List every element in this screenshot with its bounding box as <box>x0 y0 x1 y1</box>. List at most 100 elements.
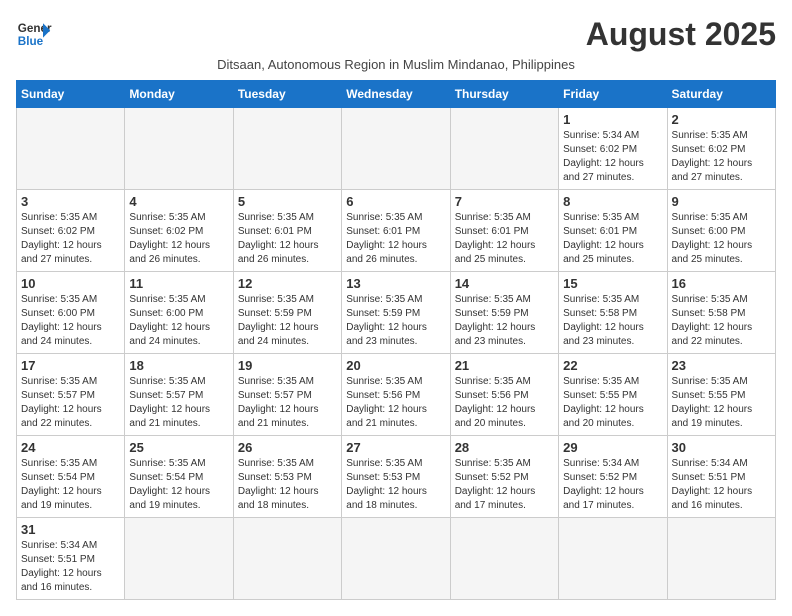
day-info: Sunrise: 5:35 AMSunset: 5:55 PMDaylight:… <box>672 375 771 431</box>
calendar-cell: 10 Sunrise: 5:35 AMSunset: 6:00 PMDayligh… <box>17 272 125 354</box>
day-info: Sunrise: 5:35 AMSunset: 5:53 PMDaylight:… <box>238 457 337 513</box>
calendar-cell <box>667 518 775 600</box>
day-info: Sunrise: 5:35 AMSunset: 5:52 PMDaylight:… <box>455 457 554 513</box>
calendar-cell: 2Sunrise: 5:35 AMSunset: 6:02 PMDaylight… <box>667 108 775 190</box>
calendar-cell: 7Sunrise: 5:35 AMSunset: 6:01 PMDaylight… <box>450 190 558 272</box>
day-info: Sunrise: 5:35 AMSunset: 5:58 PMDaylight:… <box>563 293 662 349</box>
calendar-cell: 3Sunrise: 5:35 AMSunset: 6:02 PMDaylight… <box>17 190 125 272</box>
calendar-cell: 12 Sunrise: 5:35 AMSunset: 5:59 PMDayligh… <box>233 272 341 354</box>
day-number: 13 <box>346 276 445 291</box>
calendar-cell: 5 Sunrise: 5:35 AMSunset: 6:01 PMDaylight… <box>233 190 341 272</box>
calendar-cell: 25 Sunrise: 5:35 AMSunset: 5:54 PMDayligh… <box>125 436 233 518</box>
day-info: Sunrise: 5:35 AMSunset: 5:57 PMDaylight:… <box>129 375 228 431</box>
calendar-cell: 18 Sunrise: 5:35 AMSunset: 5:57 PMDayligh… <box>125 354 233 436</box>
calendar-cell <box>125 108 233 190</box>
day-number: 28 <box>455 440 554 455</box>
day-number: 5 <box>238 194 337 209</box>
day-number: 11 <box>129 276 228 291</box>
day-info: Sunrise: 5:35 AMSunset: 6:02 PMDaylight:… <box>129 211 228 267</box>
day-info: Sunrise: 5:35 AMSunset: 5:54 PMDaylight:… <box>129 457 228 513</box>
day-number: 24 <box>21 440 120 455</box>
day-info: Sunrise: 5:35 AMSunset: 5:53 PMDaylight:… <box>346 457 445 513</box>
day-number: 14 <box>455 276 554 291</box>
day-number: 12 <box>238 276 337 291</box>
day-info: Sunrise: 5:35 AMSunset: 6:00 PMDaylight:… <box>129 293 228 349</box>
day-info: Sunrise: 5:34 AMSunset: 5:52 PMDaylight:… <box>563 457 662 513</box>
weekday-header-tuesday: Tuesday <box>233 81 341 108</box>
calendar-cell <box>17 108 125 190</box>
calendar-cell: 1Sunrise: 5:34 AMSunset: 6:02 PMDaylight… <box>559 108 667 190</box>
calendar-cell <box>125 518 233 600</box>
week-row-4: 24 Sunrise: 5:35 AMSunset: 5:54 PMDayligh… <box>17 436 776 518</box>
calendar-cell: 29 Sunrise: 5:34 AMSunset: 5:52 PMDayligh… <box>559 436 667 518</box>
svg-text:Blue: Blue <box>18 35 44 48</box>
day-info: Sunrise: 5:35 AMSunset: 5:57 PMDaylight:… <box>238 375 337 431</box>
day-number: 9 <box>672 194 771 209</box>
day-info: Sunrise: 5:35 AMSunset: 6:00 PMDaylight:… <box>672 211 771 267</box>
week-row-1: 3Sunrise: 5:35 AMSunset: 6:02 PMDaylight… <box>17 190 776 272</box>
day-info: Sunrise: 5:35 AMSunset: 5:58 PMDaylight:… <box>672 293 771 349</box>
calendar-cell <box>233 108 341 190</box>
calendar-cell <box>559 518 667 600</box>
calendar-cell: 19Sunrise: 5:35 AMSunset: 5:57 PMDayligh… <box>233 354 341 436</box>
header: General Blue August 2025 <box>16 16 776 53</box>
day-info: Sunrise: 5:35 AMSunset: 6:00 PMDaylight:… <box>21 293 120 349</box>
day-number: 10 <box>21 276 120 291</box>
calendar-cell <box>342 518 450 600</box>
day-info: Sunrise: 5:35 AMSunset: 6:01 PMDaylight:… <box>563 211 662 267</box>
weekday-header-wednesday: Wednesday <box>342 81 450 108</box>
day-info: Sunrise: 5:35 AMSunset: 6:01 PMDaylight:… <box>238 211 337 267</box>
day-info: Sunrise: 5:35 AMSunset: 5:59 PMDaylight:… <box>238 293 337 349</box>
calendar-cell: 23 Sunrise: 5:35 AMSunset: 5:55 PMDayligh… <box>667 354 775 436</box>
day-info: Sunrise: 5:35 AMSunset: 5:56 PMDaylight:… <box>455 375 554 431</box>
day-info: Sunrise: 5:35 AMSunset: 5:57 PMDaylight:… <box>21 375 120 431</box>
logo-icon: General Blue <box>16 16 52 52</box>
day-number: 31 <box>21 522 120 537</box>
day-number: 30 <box>672 440 771 455</box>
calendar-cell: 26Sunrise: 5:35 AMSunset: 5:53 PMDayligh… <box>233 436 341 518</box>
day-number: 27 <box>346 440 445 455</box>
calendar-cell: 11 Sunrise: 5:35 AMSunset: 6:00 PMDayligh… <box>125 272 233 354</box>
day-number: 20 <box>346 358 445 373</box>
main-title: August 2025 <box>586 16 776 53</box>
day-number: 21 <box>455 358 554 373</box>
day-info: Sunrise: 5:35 AMSunset: 6:02 PMDaylight:… <box>21 211 120 267</box>
weekday-header-friday: Friday <box>559 81 667 108</box>
calendar-cell: 15Sunrise: 5:35 AMSunset: 5:58 PMDayligh… <box>559 272 667 354</box>
weekday-header-saturday: Saturday <box>667 81 775 108</box>
calendar-cell <box>450 108 558 190</box>
day-number: 18 <box>129 358 228 373</box>
day-info: Sunrise: 5:35 AMSunset: 5:55 PMDaylight:… <box>563 375 662 431</box>
calendar-cell: 17 Sunrise: 5:35 AMSunset: 5:57 PMDayligh… <box>17 354 125 436</box>
day-number: 22 <box>563 358 662 373</box>
calendar-cell: 13 Sunrise: 5:35 AMSunset: 5:59 PMDayligh… <box>342 272 450 354</box>
day-info: Sunrise: 5:35 AMSunset: 5:56 PMDaylight:… <box>346 375 445 431</box>
calendar-cell: 16 Sunrise: 5:35 AMSunset: 5:58 PMDayligh… <box>667 272 775 354</box>
weekday-header-sunday: Sunday <box>17 81 125 108</box>
day-info: Sunrise: 5:35 AMSunset: 6:01 PMDaylight:… <box>346 211 445 267</box>
subtitle: Ditsaan, Autonomous Region in Muslim Min… <box>16 57 776 72</box>
calendar-cell: 28 Sunrise: 5:35 AMSunset: 5:52 PMDayligh… <box>450 436 558 518</box>
calendar-cell: 4 Sunrise: 5:35 AMSunset: 6:02 PMDaylight… <box>125 190 233 272</box>
day-number: 7 <box>455 194 554 209</box>
calendar-cell: 8Sunrise: 5:35 AMSunset: 6:01 PMDaylight… <box>559 190 667 272</box>
week-row-0: 1Sunrise: 5:34 AMSunset: 6:02 PMDaylight… <box>17 108 776 190</box>
day-info: Sunrise: 5:35 AMSunset: 5:59 PMDaylight:… <box>455 293 554 349</box>
calendar-cell: 30 Sunrise: 5:34 AMSunset: 5:51 PMDayligh… <box>667 436 775 518</box>
day-info: Sunrise: 5:35 AMSunset: 6:02 PMDaylight:… <box>672 129 771 185</box>
weekday-header-thursday: Thursday <box>450 81 558 108</box>
day-number: 23 <box>672 358 771 373</box>
weekday-header-row: SundayMondayTuesdayWednesdayThursdayFrid… <box>17 81 776 108</box>
weekday-header-monday: Monday <box>125 81 233 108</box>
day-number: 29 <box>563 440 662 455</box>
calendar-cell: 6 Sunrise: 5:35 AMSunset: 6:01 PMDaylight… <box>342 190 450 272</box>
day-number: 17 <box>21 358 120 373</box>
day-info: Sunrise: 5:34 AMSunset: 5:51 PMDaylight:… <box>672 457 771 513</box>
calendar-cell: 9 Sunrise: 5:35 AMSunset: 6:00 PMDaylight… <box>667 190 775 272</box>
calendar-cell: 31Sunrise: 5:34 AMSunset: 5:51 PMDayligh… <box>17 518 125 600</box>
day-info: Sunrise: 5:35 AMSunset: 5:59 PMDaylight:… <box>346 293 445 349</box>
day-number: 6 <box>346 194 445 209</box>
day-number: 16 <box>672 276 771 291</box>
day-number: 4 <box>129 194 228 209</box>
day-number: 25 <box>129 440 228 455</box>
